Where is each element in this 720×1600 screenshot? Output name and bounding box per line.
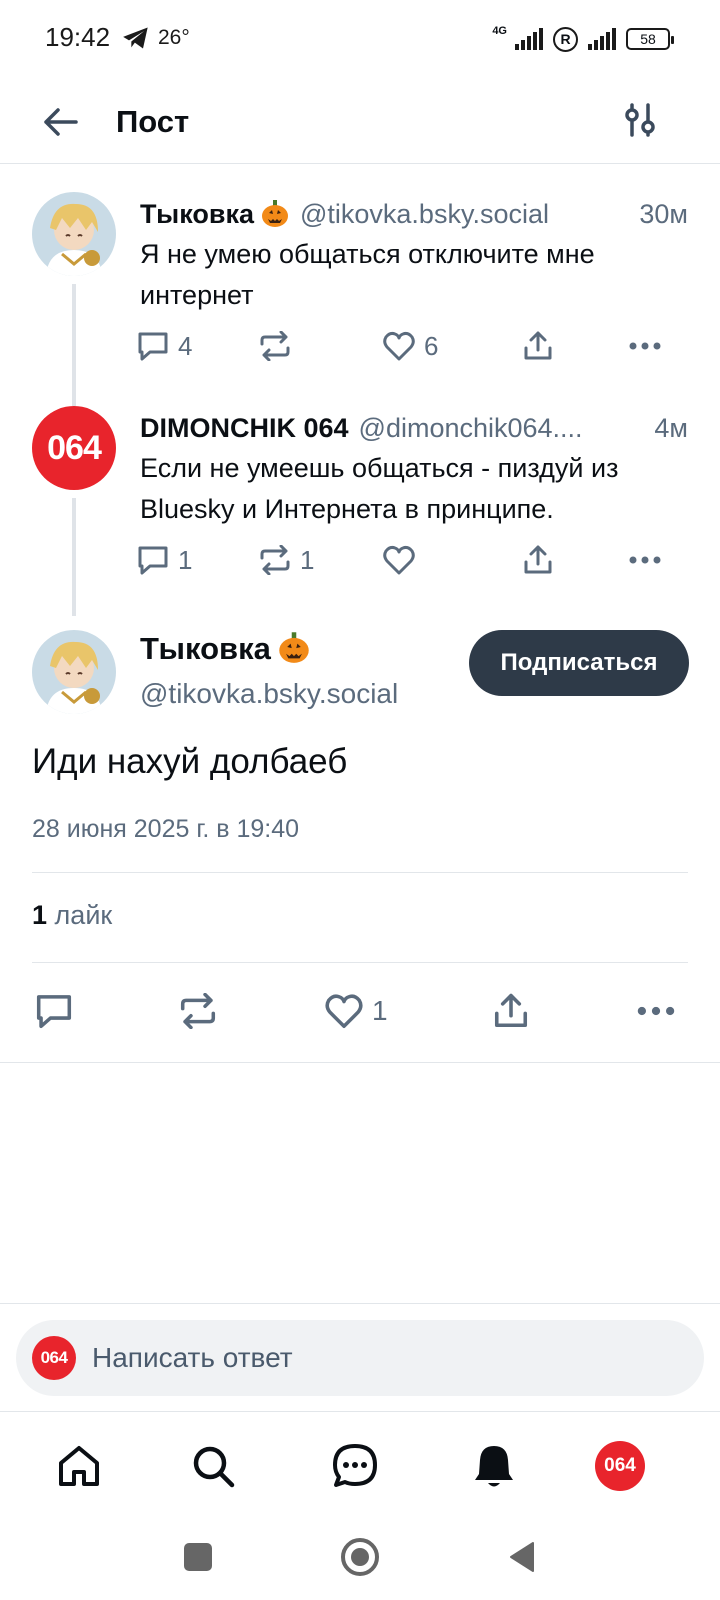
repost-button[interactable]	[258, 326, 292, 366]
repost-button[interactable]	[178, 988, 218, 1034]
share-button[interactable]	[492, 988, 530, 1034]
post-actions: 4 6	[136, 326, 690, 366]
search-icon[interactable]	[183, 1436, 243, 1496]
like-button[interactable]: 6	[382, 326, 438, 366]
reply-button[interactable]	[34, 988, 74, 1034]
network-type: 4G	[492, 25, 507, 37]
status-bar: 19:42 26° 4G R 58	[0, 0, 720, 80]
reply-count: 1	[178, 544, 193, 575]
reply-button[interactable]: 4	[136, 326, 192, 366]
likes-summary[interactable]: 1 лайк	[32, 900, 112, 931]
reply-input-placeholder: Написать ответ	[92, 1342, 293, 1373]
page-title: Пост	[116, 104, 190, 139]
repost-button[interactable]: 1	[258, 540, 314, 580]
system-nav-bar	[0, 1522, 720, 1600]
header: Пост	[0, 80, 720, 164]
post-time: 30м	[639, 198, 688, 229]
post-text: Я не умею общаться отключите мне интерне…	[140, 239, 595, 310]
signal-icon-2	[588, 28, 616, 50]
main-post-date: 28 июня 2025 г. в 19:40	[32, 815, 300, 843]
status-temperature: 26°	[158, 26, 190, 49]
author-handle[interactable]: @tikovka.bsky.social	[300, 199, 623, 230]
divider	[32, 962, 688, 963]
share-button[interactable]	[522, 326, 554, 366]
recents-square-icon[interactable]	[173, 1532, 223, 1582]
pumpkin-emoji	[260, 198, 290, 228]
battery-icon: 58	[626, 28, 674, 50]
back-arrow-icon[interactable]	[38, 100, 82, 144]
more-options-button[interactable]	[628, 540, 662, 580]
author-name[interactable]: Тыковка	[140, 198, 290, 230]
home-icon[interactable]	[49, 1436, 109, 1496]
signal-icon	[515, 28, 543, 50]
repost-count: 1	[300, 544, 315, 575]
more-options-button[interactable]	[636, 988, 676, 1034]
home-circle-icon[interactable]	[335, 1532, 385, 1582]
main-post-text: Иди нахуй долбаеб	[32, 742, 348, 781]
divider	[0, 1062, 720, 1063]
main-post-avatar[interactable]	[32, 630, 116, 714]
likes-label: лайк	[54, 900, 113, 930]
notifications-bell-icon[interactable]	[464, 1436, 524, 1496]
sliders-icon[interactable]	[618, 98, 662, 142]
main-post-author-handle[interactable]: @tikovka.bsky.social	[140, 678, 398, 710]
pumpkin-emoji	[277, 630, 311, 664]
divider	[0, 1303, 720, 1304]
avatar[interactable]	[32, 192, 116, 276]
main-post-actions: 1	[0, 988, 720, 1038]
profile-tab[interactable]: 064	[590, 1436, 650, 1496]
reply-count: 4	[178, 330, 193, 361]
thread-post[interactable]: Тыковка @tikovka.bsky.social 30м Я не ум…	[0, 192, 720, 394]
avatar[interactable]: 064	[32, 406, 116, 490]
telegram-icon	[123, 27, 148, 49]
main-post-author-name[interactable]: Тыковка	[140, 630, 311, 667]
author-handle[interactable]: @dimonchik064....	[359, 413, 639, 444]
more-options-button[interactable]	[628, 326, 662, 366]
avatar: 064	[595, 1441, 645, 1491]
follow-button[interactable]: Подписаться	[469, 630, 689, 696]
thread-line	[72, 392, 76, 406]
divider	[32, 872, 688, 873]
thread-line	[72, 284, 76, 394]
like-button[interactable]	[382, 540, 416, 580]
like-count: 1	[372, 995, 388, 1026]
thread-line	[72, 498, 76, 616]
like-button[interactable]: 1	[324, 988, 388, 1034]
registered-icon: R	[553, 26, 578, 52]
avatar: 064	[32, 1336, 76, 1380]
post-text: Если не умеешь общаться - пиздуй из Blue…	[140, 453, 619, 524]
share-button[interactable]	[522, 540, 554, 580]
bottom-nav: 064	[0, 1411, 720, 1521]
chat-icon[interactable]	[325, 1436, 385, 1496]
likes-count: 1	[32, 900, 48, 930]
reply-button[interactable]: 1	[136, 540, 192, 580]
author-name[interactable]: DIMONCHIK 064	[140, 413, 349, 444]
post-time: 4м	[654, 412, 688, 443]
post-actions: 1 1	[136, 540, 690, 580]
thread-post[interactable]: 064 DIMONCHIK 064 @dimonchik064.... 4м Е…	[0, 392, 720, 618]
status-time: 19:42	[45, 22, 111, 52]
like-count: 6	[424, 330, 439, 361]
back-triangle-icon[interactable]	[497, 1532, 547, 1582]
reply-composer[interactable]: 064 Написать ответ	[16, 1320, 704, 1396]
